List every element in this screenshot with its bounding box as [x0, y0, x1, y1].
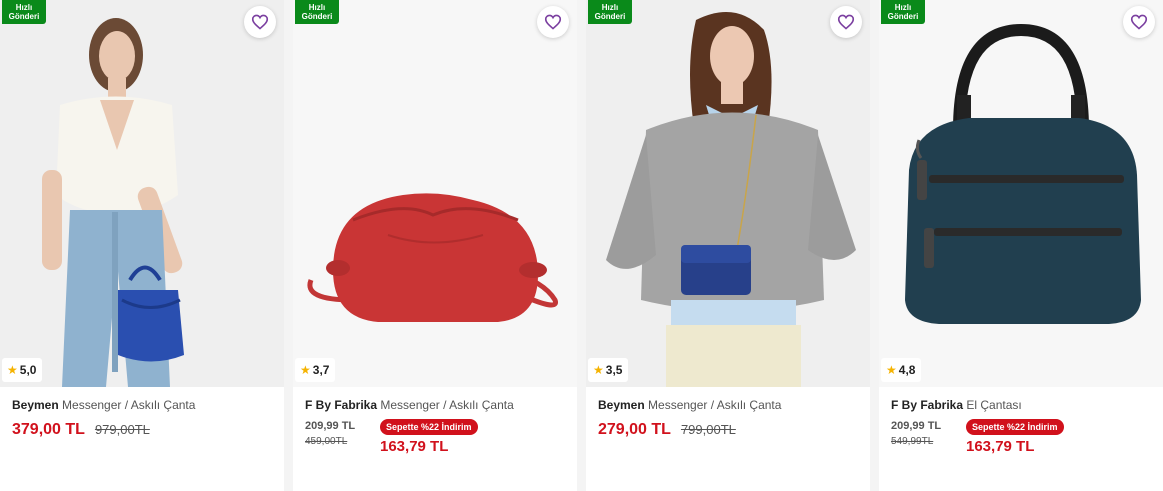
fast-delivery-label: Gönderi: [301, 12, 333, 21]
star-icon: ★: [7, 363, 18, 377]
fast-delivery-label: Gönderi: [594, 12, 626, 21]
product-photo: [0, 0, 284, 387]
product-card[interactable]: Hızlı Gönderi ★ 5,0 Beymen Messenger / A…: [0, 0, 284, 491]
list-price: 209,99 TL: [891, 420, 942, 432]
rating-value: 4,8: [898, 363, 916, 377]
product-image[interactable]: Hızlı Gönderi ★ 3,7: [293, 0, 577, 387]
product-image[interactable]: Hızlı Gönderi ★ 3,5: [586, 0, 870, 387]
product-image[interactable]: Hızlı Gönderi ★ 5,0: [0, 0, 284, 387]
current-price: 379,00 TL: [12, 421, 85, 438]
star-icon: ★: [300, 363, 311, 377]
product-category: Messenger / Askılı Çanta: [648, 398, 782, 412]
product-category: Messenger / Askılı Çanta: [62, 398, 196, 412]
star-icon: ★: [886, 363, 897, 377]
product-card[interactable]: Hızlı Gönderi ★ 3,7 F By Fabrika Messeng…: [293, 0, 577, 491]
price-row: 379,00 TL 979,00TL: [12, 421, 272, 439]
product-brand: F By Fabrika: [891, 398, 964, 412]
favorite-button[interactable]: [1123, 6, 1155, 38]
heart-outline-icon: [251, 14, 269, 30]
price-row: 279,00 TL 799,00TL: [598, 421, 858, 439]
price-block: 209,99 TL 549,99TL Sepette %22 İndirim 1…: [891, 417, 1151, 457]
old-price: 979,00TL: [94, 422, 150, 437]
rating-badge: ★ 3,7: [295, 358, 336, 382]
favorite-button[interactable]: [537, 6, 569, 38]
product-category: El Çantası: [966, 398, 1022, 412]
product-brand: F By Fabrika: [305, 398, 378, 412]
heart-outline-icon: [544, 14, 562, 30]
heart-outline-icon: [1130, 14, 1148, 30]
fast-delivery-badge: Hızlı Gönderi: [588, 0, 632, 24]
list-price: 209,99 TL: [305, 420, 356, 432]
promo-block: Sepette %22 İndirim 163,79 TL: [966, 417, 1064, 455]
product-info[interactable]: F By Fabrika El Çantası 209,99 TL 549,99…: [879, 387, 1163, 491]
fast-delivery-label: Hızlı: [308, 3, 326, 12]
product-title[interactable]: Beymen Messenger / Askılı Çanta: [12, 398, 272, 412]
product-title[interactable]: F By Fabrika Messenger / Askılı Çanta: [305, 398, 565, 412]
discounted-price: 163,79 TL: [966, 438, 1035, 455]
product-card[interactable]: Hızlı Gönderi ★ 3,5 Beymen Messenger / A…: [586, 0, 870, 491]
price-block: 209,99 TL 459,00TL Sepette %22 İndirim 1…: [305, 417, 565, 457]
list-price-block: 209,99 TL 549,99TL: [891, 420, 941, 447]
product-grid: Hızlı Gönderi ★ 5,0 Beymen Messenger / A…: [0, 0, 1163, 491]
cart-discount-badge: Sepette %22 İndirim: [966, 419, 1064, 435]
rating-value: 3,7: [312, 363, 330, 377]
product-info[interactable]: Beymen Messenger / Askılı Çanta 379,00 T…: [0, 387, 284, 491]
old-price: 799,00TL: [680, 422, 736, 437]
original-price: 459,00TL: [305, 436, 348, 447]
rating-value: 5,0: [19, 363, 37, 377]
product-photo: [879, 0, 1163, 387]
fast-delivery-label: Gönderi: [887, 12, 919, 21]
product-photo: [586, 0, 870, 387]
rating-value: 3,5: [605, 363, 623, 377]
product-info[interactable]: F By Fabrika Messenger / Askılı Çanta 20…: [293, 387, 577, 491]
product-image[interactable]: Hızlı Gönderi ★ 4,8: [879, 0, 1163, 387]
fast-delivery-label: Gönderi: [8, 12, 40, 21]
cart-discount-badge: Sepette %22 İndirim: [380, 419, 478, 435]
rating-badge: ★ 5,0: [2, 358, 43, 382]
fast-delivery-badge: Hızlı Gönderi: [295, 0, 339, 24]
product-title[interactable]: Beymen Messenger / Askılı Çanta: [598, 398, 858, 412]
fast-delivery-label: Hızlı: [15, 3, 33, 12]
star-icon: ★: [593, 363, 604, 377]
current-price: 279,00 TL: [598, 421, 671, 438]
rating-badge: ★ 4,8: [881, 358, 922, 382]
fast-delivery-badge: Hızlı Gönderi: [2, 0, 46, 24]
fast-delivery-badge: Hızlı Gönderi: [881, 0, 925, 24]
favorite-button[interactable]: [244, 6, 276, 38]
product-info[interactable]: Beymen Messenger / Askılı Çanta 279,00 T…: [586, 387, 870, 491]
heart-outline-icon: [837, 14, 855, 30]
product-photo: [293, 0, 577, 387]
fast-delivery-label: Hızlı: [894, 3, 912, 12]
product-category: Messenger / Askılı Çanta: [380, 398, 514, 412]
favorite-button[interactable]: [830, 6, 862, 38]
original-price: 549,99TL: [891, 436, 934, 447]
rating-badge: ★ 3,5: [588, 358, 629, 382]
product-brand: Beymen: [12, 398, 59, 412]
fast-delivery-label: Hızlı: [601, 3, 619, 12]
list-price-block: 209,99 TL 459,00TL: [305, 420, 355, 447]
discounted-price: 163,79 TL: [380, 438, 449, 455]
product-card[interactable]: Hızlı Gönderi ★ 4,8 F By Fabrika El Çant…: [879, 0, 1163, 491]
promo-block: Sepette %22 İndirim 163,79 TL: [380, 417, 478, 455]
product-brand: Beymen: [598, 398, 645, 412]
product-title[interactable]: F By Fabrika El Çantası: [891, 398, 1151, 412]
